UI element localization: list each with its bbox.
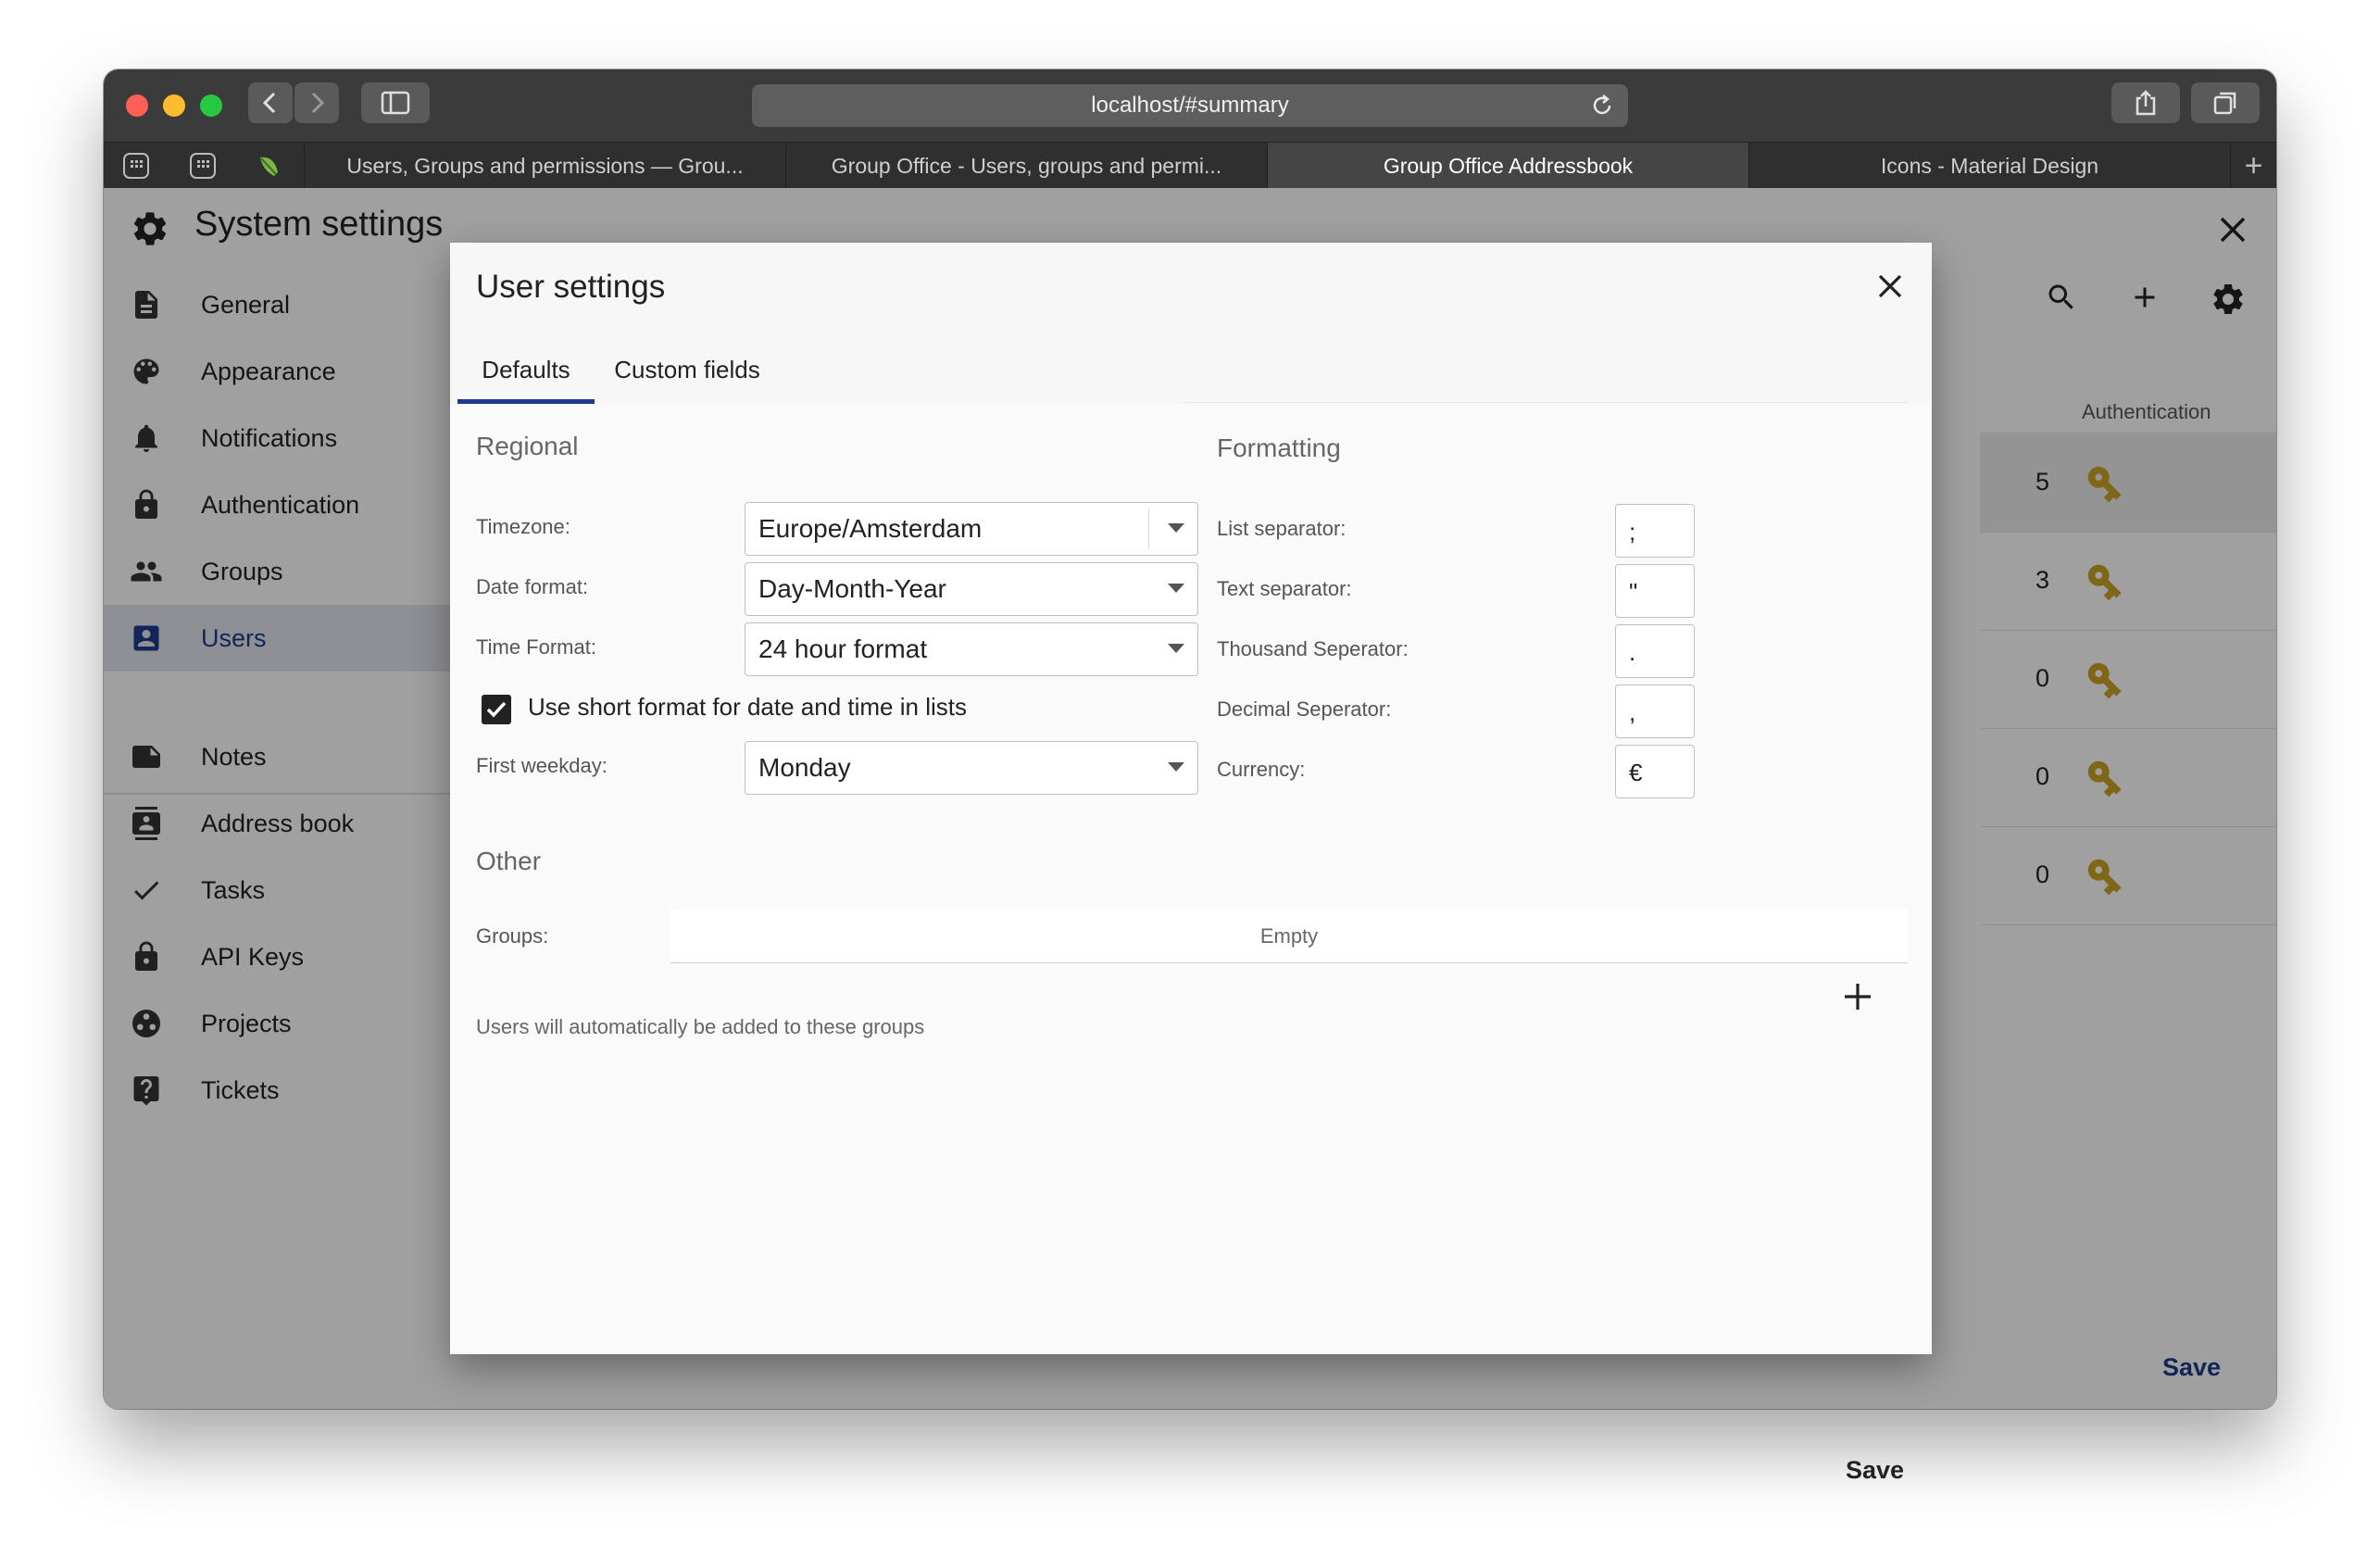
time-format-value: 24 hour format (758, 634, 928, 663)
back-button[interactable] (248, 82, 293, 123)
user-settings-dialog: User settings Defaults Custom fields Reg… (450, 243, 1932, 1484)
time-format-label: Time Format: (476, 635, 596, 659)
section-title-formatting: Formatting (1217, 433, 1341, 462)
date-format-value: Day-Month-Year (758, 574, 946, 603)
currency-value: € (1629, 759, 1643, 786)
decimal-separator-label: Decimal Seperator: (1217, 697, 1392, 721)
thousand-separator-value: . (1629, 638, 1636, 666)
list-separator-label: List separator: (1217, 517, 1347, 540)
text-separator-value: " (1629, 578, 1638, 606)
short-format-label[interactable]: Use short format for date and time in li… (528, 693, 967, 722)
pinned-tab-2[interactable] (187, 150, 219, 182)
url-text: localhost/#summary (1091, 93, 1289, 118)
caret-down-icon (1168, 644, 1184, 653)
section-title-regional: Regional (476, 432, 579, 460)
date-format-select[interactable]: Day-Month-Year (745, 562, 1198, 616)
tab-divider (1182, 402, 1909, 403)
dialog-title: User settings (476, 269, 666, 305)
forward-button[interactable] (294, 82, 339, 123)
browser-titlebar: localhost/#summary (104, 69, 2276, 142)
pinned-tab-3[interactable] (254, 150, 285, 182)
timezone-label: Timezone: (476, 515, 570, 538)
first-weekday-select[interactable]: Monday (745, 741, 1198, 795)
share-button[interactable] (2111, 82, 2180, 123)
sidebar-icon (381, 91, 410, 115)
date-format-label: Date format: (476, 575, 589, 598)
groups-empty-text: Empty (1259, 924, 1319, 948)
save-button[interactable]: Save (1846, 1456, 1904, 1485)
chevron-left-icon (262, 92, 276, 114)
timezone-select[interactable]: Europe/Amsterdam (745, 502, 1198, 556)
select-separator (1148, 509, 1149, 549)
grid-icon (190, 153, 216, 179)
reload-icon[interactable] (1589, 93, 1615, 119)
tab-custom-fields[interactable]: Custom fields (596, 335, 778, 404)
browser-tab-2[interactable]: Group Office - Users, groups and permi..… (785, 143, 1267, 189)
close-window-button[interactable] (126, 94, 148, 117)
new-tab-button[interactable]: + (2230, 143, 2276, 189)
zoom-window-button[interactable] (200, 94, 222, 117)
currency-label: Currency: (1217, 758, 1306, 781)
tabs-icon (2213, 92, 2236, 115)
dialog-body: Regional Timezone: Europe/Amsterdam Date… (450, 404, 1932, 1484)
grid-icon (123, 153, 149, 179)
chevron-right-icon (311, 92, 325, 114)
browser-tab-4[interactable]: Icons - Material Design (1748, 143, 2230, 189)
browser-tab-3[interactable]: Group Office Addressbook (1267, 143, 1748, 189)
browser-tab-1[interactable]: Users, Groups and permissions — Grou... (304, 143, 785, 189)
text-separator-input[interactable]: " (1615, 564, 1695, 618)
list-separator-input[interactable]: ; (1615, 504, 1695, 558)
currency-input[interactable]: € (1615, 745, 1695, 798)
leaf-icon (260, 157, 278, 176)
groups-hint: Users will automatically be added to the… (476, 1015, 925, 1038)
close-icon[interactable] (1876, 272, 1904, 300)
time-format-select[interactable]: 24 hour format (745, 622, 1198, 676)
first-weekday-value: Monday (758, 753, 851, 782)
caret-down-icon (1168, 762, 1184, 772)
caret-down-icon (1168, 523, 1184, 533)
share-icon (2136, 90, 2156, 116)
groups-field[interactable]: Empty (670, 910, 1908, 963)
tab-defaults[interactable]: Defaults (457, 335, 595, 404)
pinned-tab-1[interactable] (120, 150, 152, 182)
first-weekday-label: First weekday: (476, 754, 608, 777)
desktop-background: localhost/#summary Users, Groups and per… (0, 0, 2380, 1545)
decimal-separator-input[interactable]: , (1615, 685, 1695, 738)
text-separator-label: Text separator: (1217, 577, 1352, 600)
timezone-value: Europe/Amsterdam (758, 514, 983, 543)
browser-tab-bar: Users, Groups and permissions — Grou... … (104, 142, 2276, 189)
thousand-separator-input[interactable]: . (1615, 624, 1695, 678)
decimal-separator-value: , (1629, 698, 1636, 726)
short-format-checkbox[interactable] (482, 695, 511, 724)
tabs-overview-button[interactable] (2191, 82, 2260, 123)
add-icon[interactable] (1839, 978, 1876, 1015)
groups-label: Groups: (476, 924, 549, 948)
caret-down-icon (1168, 584, 1184, 593)
minimize-window-button[interactable] (163, 94, 185, 117)
thousand-separator-label: Thousand Seperator: (1217, 637, 1409, 660)
dialog-tabs: Defaults Custom fields (457, 335, 1176, 404)
list-separator-value: ; (1629, 518, 1636, 546)
address-bar[interactable]: localhost/#summary (752, 84, 1628, 127)
checkmark-icon (486, 701, 507, 718)
section-title-other: Other (476, 847, 542, 875)
sidebar-toggle-button[interactable] (361, 82, 430, 123)
